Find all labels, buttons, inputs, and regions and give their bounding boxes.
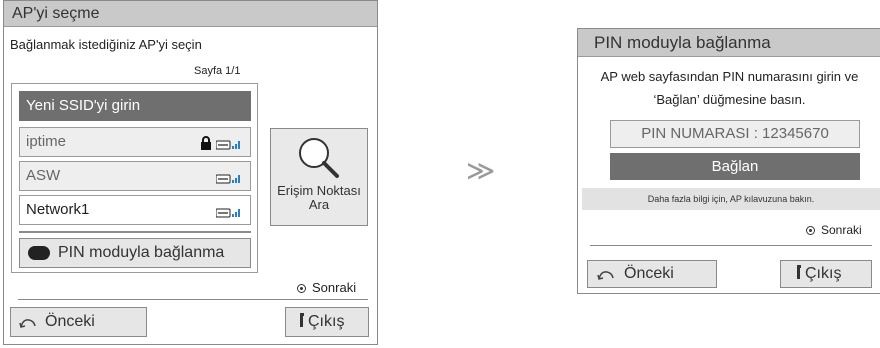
- list-divider: [19, 231, 251, 233]
- exit-icon: [300, 313, 304, 327]
- radio-icon: [806, 226, 815, 235]
- network-name: Network1: [26, 201, 90, 218]
- network-row-asw[interactable]: ASW: [19, 161, 251, 191]
- back-label: Önceki: [624, 265, 674, 282]
- pin-mode-label: PIN moduyla bağlanma: [58, 244, 225, 261]
- ap-select-title: AP'yi seçme: [4, 1, 377, 27]
- network-row-iptime[interactable]: iptime: [19, 127, 251, 157]
- ap-list-frame: Yeni SSID'yi girin iptime ASW Network1 P…: [11, 83, 258, 273]
- next-option[interactable]: Sonraki: [806, 223, 862, 237]
- pin-connect-dialog: PIN moduyla bağlanma AP web sayfasından …: [577, 28, 880, 294]
- network-name: ASW: [26, 167, 61, 184]
- exit-label: Çıkış: [805, 265, 842, 282]
- radio-icon: [297, 284, 306, 293]
- enter-new-ssid-row[interactable]: Yeni SSID'yi girin: [19, 91, 251, 121]
- search-ap-label-line2: Ara: [308, 197, 330, 212]
- pin-connect-title: PIN moduyla bağlanma: [578, 29, 880, 57]
- search-ap-label-line1: Erişim Noktası: [277, 183, 361, 198]
- footer-divider: [590, 245, 872, 246]
- exit-label: Çıkış: [308, 313, 345, 330]
- connect-button[interactable]: Bağlan: [610, 153, 860, 180]
- back-label: Önceki: [45, 313, 95, 330]
- ap-select-dialog: AP'yi seçme Bağlanmak istediğiniz AP'yi …: [3, 0, 378, 345]
- back-icon: [597, 271, 614, 280]
- pin-instruction-line1: AP web sayfasından PIN numarasını girin …: [600, 69, 859, 84]
- pin-mode-button[interactable]: PIN moduyla bağlanma: [19, 238, 251, 268]
- transition-arrow: ≫: [466, 155, 496, 186]
- footer-divider: [18, 299, 368, 300]
- exit-button[interactable]: Çıkış: [780, 260, 872, 288]
- pin-instruction-line2: ‘Bağlan’ düğmesine basın.: [653, 92, 806, 107]
- network-row-network1[interactable]: Network1: [19, 195, 251, 225]
- info-bar: Daha fazla bilgi için, AP kılavuzuna bak…: [582, 188, 880, 210]
- exit-icon: [797, 265, 801, 279]
- router-signal-icon: [216, 140, 240, 150]
- blue-key-icon: [28, 246, 50, 260]
- search-ap-button[interactable]: Erişim Noktası Ara: [270, 128, 368, 226]
- page-indicator: Sayfa 1/1: [194, 65, 241, 77]
- router-signal-icon: [216, 208, 240, 218]
- network-name: iptime: [26, 133, 67, 150]
- router-signal-icon: [216, 174, 240, 184]
- lock-icon: [201, 136, 211, 150]
- magnifier-icon: [299, 138, 339, 178]
- next-option[interactable]: Sonraki: [297, 280, 356, 295]
- pin-number-field: PIN NUMARASI : 12345670: [610, 120, 860, 148]
- back-button[interactable]: Önceki: [10, 307, 147, 337]
- exit-button[interactable]: Çıkış: [285, 307, 369, 337]
- back-icon: [19, 319, 36, 328]
- back-button[interactable]: Önceki: [587, 260, 717, 288]
- ap-select-instruction: Bağlanmak istediğiniz AP'yi seçin: [10, 37, 202, 52]
